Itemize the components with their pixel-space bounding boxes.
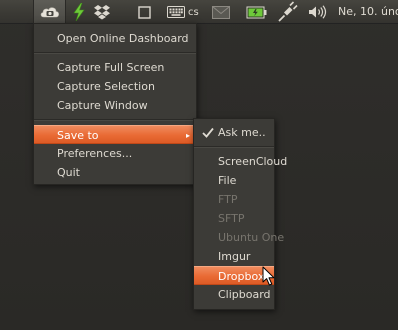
- menu-item-capture-window[interactable]: Capture Window: [34, 96, 196, 115]
- screencloud-menu: Open Online Dashboard Capture Full Scree…: [33, 23, 197, 185]
- mouse-pointer-icon: [262, 266, 276, 290]
- menu-item-open-online-dashboard[interactable]: Open Online Dashboard: [34, 29, 196, 48]
- screencloud-indicator[interactable]: [33, 0, 66, 24]
- battery-icon: [246, 6, 268, 19]
- submenu-item-imgur[interactable]: Imgur: [194, 247, 274, 266]
- top-panel: cs Ne, 10. ún: [0, 0, 398, 24]
- lightning-icon: [72, 3, 86, 21]
- window-indicator[interactable]: [136, 0, 152, 24]
- menu-item-save-to[interactable]: Save to ▸: [34, 125, 196, 144]
- volume-indicator[interactable]: [307, 0, 329, 24]
- submenu-item-file[interactable]: File: [194, 171, 274, 190]
- battery-indicator[interactable]: [245, 0, 269, 24]
- submenu-separator: [194, 146, 274, 148]
- menu-item-capture-full-screen[interactable]: Capture Full Screen: [34, 58, 196, 77]
- screencloud-icon: [39, 4, 61, 20]
- submenu-item-sftp: SFTP: [218, 212, 245, 225]
- submenu-item-ask-me-label: Ask me..: [218, 126, 266, 139]
- volume-icon: [308, 5, 328, 19]
- submenu-item-ask-me[interactable]: Ask me..: [194, 123, 274, 142]
- submenu-item-ubuntu-one: Ubuntu One: [218, 231, 285, 244]
- keyboard-layout-label: cs: [188, 6, 199, 18]
- network-indicator[interactable]: [275, 0, 299, 24]
- mail-icon: [212, 5, 230, 19]
- menu-item-capture-selection[interactable]: Capture Selection: [34, 77, 196, 96]
- keyboard-icon: [167, 6, 185, 18]
- dropbox-icon: [93, 4, 111, 20]
- dropbox-indicator[interactable]: [92, 0, 112, 24]
- checkmark-icon: [202, 123, 214, 142]
- menu-item-preferences[interactable]: Preferences...: [34, 144, 196, 163]
- keyboard-layout-indicator[interactable]: cs: [167, 0, 205, 24]
- messaging-indicator[interactable]: [211, 0, 231, 24]
- menu-item-save-to-label: Save to: [57, 129, 99, 142]
- submenu-item-screencloud[interactable]: ScreenCloud: [194, 152, 287, 171]
- square-icon: [137, 5, 151, 19]
- menu-item-quit[interactable]: Quit: [34, 163, 196, 182]
- submenu-arrow-icon: ▸: [185, 131, 190, 140]
- lightning-indicator[interactable]: [70, 0, 88, 24]
- menu-separator: [34, 119, 196, 121]
- menu-separator: [34, 52, 196, 54]
- submenu-item-ftp: FTP: [218, 193, 238, 206]
- clock-date[interactable]: Ne, 10. úno,: [338, 0, 398, 24]
- network-icon: [276, 1, 298, 23]
